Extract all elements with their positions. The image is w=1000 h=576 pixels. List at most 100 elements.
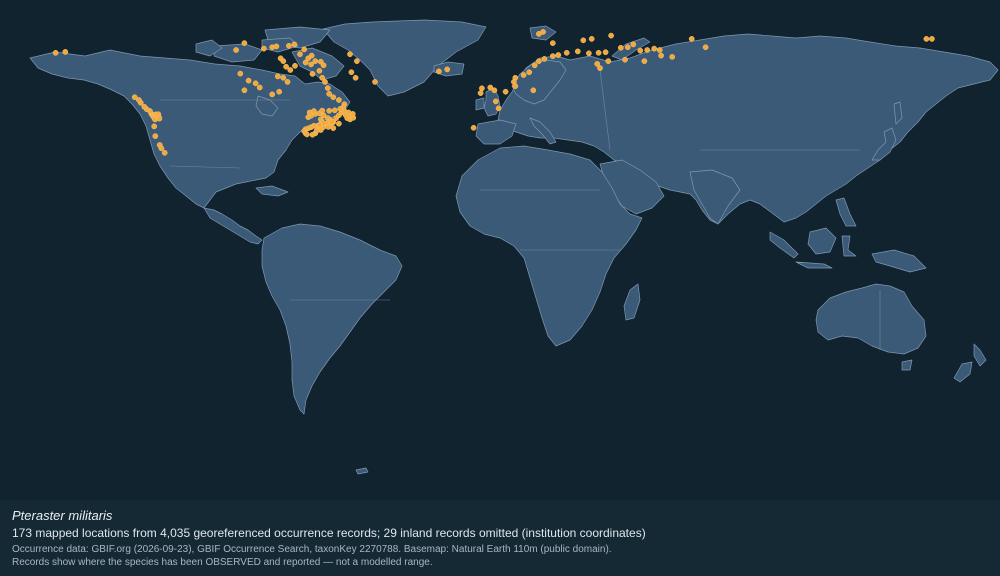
- occurrence-point: [348, 69, 355, 76]
- occurrence-point: [292, 62, 298, 69]
- occurrence-point: [261, 45, 267, 52]
- occurrence-point: [605, 58, 612, 64]
- occurrence-point: [330, 94, 337, 101]
- occurrence-point: [345, 109, 352, 116]
- occurrence-point: [487, 84, 494, 91]
- occurrence-point: [245, 77, 252, 84]
- occurrence-point: [331, 107, 338, 114]
- occurrence-point: [319, 107, 326, 114]
- occurrence-point: [347, 51, 353, 58]
- occurrence-point: [269, 91, 276, 98]
- occurrence-point: [477, 90, 484, 96]
- occurrence-point: [651, 45, 658, 52]
- occurrence-point: [308, 52, 315, 59]
- map-canvas: [0, 0, 1000, 500]
- occurrence-point: [549, 53, 556, 59]
- occurrence-point: [555, 52, 562, 58]
- occurrence-point: [158, 145, 165, 152]
- occurrence-point: [329, 118, 335, 125]
- occurrence-point: [141, 104, 148, 110]
- occurrence-point: [574, 48, 581, 55]
- map-caption: Pteraster militaris 173 mapped locations…: [0, 500, 1000, 576]
- occurrence-point: [280, 74, 287, 81]
- occurrence-point: [588, 36, 595, 42]
- occurrence-point: [602, 49, 609, 56]
- occurrence-point: [520, 72, 527, 78]
- occurrence-point: [241, 87, 248, 94]
- occurrence-point: [286, 42, 292, 49]
- occurrence-point: [52, 49, 59, 56]
- occurrence-point: [241, 40, 248, 46]
- occurrence-point: [444, 66, 451, 73]
- occurrence-point: [62, 49, 69, 55]
- occurrence-point: [297, 51, 303, 58]
- occurrence-point: [352, 74, 359, 81]
- occurrence-point: [923, 36, 930, 42]
- occurrence-point: [276, 88, 283, 95]
- occurrence-point: [156, 115, 163, 122]
- occurrence-point: [580, 37, 587, 44]
- occurrence-point: [702, 44, 709, 51]
- occurrence-point: [512, 83, 519, 89]
- occurrence-point: [656, 47, 663, 53]
- occurrence-point: [287, 67, 294, 73]
- occurrence-point: [688, 36, 695, 42]
- occurrence-point: [637, 47, 644, 54]
- occurrence-point: [536, 31, 542, 37]
- occurrence-point: [492, 98, 499, 105]
- occurrence-point: [324, 85, 331, 91]
- landmass-tasmania: [901, 359, 913, 371]
- occurrence-point: [311, 108, 317, 114]
- occurrence-point: [131, 94, 138, 101]
- occurrence-point: [284, 79, 291, 85]
- occurrence-point: [320, 62, 327, 69]
- occurrence-point: [595, 49, 602, 56]
- occurrence-point: [669, 54, 676, 60]
- world-map: [0, 0, 1000, 500]
- occurrence-point: [256, 84, 263, 91]
- occurrence-point: [622, 56, 628, 63]
- occurrence-point: [312, 58, 319, 64]
- occurrence-point: [436, 68, 442, 75]
- occurrence-point: [470, 124, 477, 131]
- occurrence-point: [617, 44, 624, 51]
- occurrence-point: [354, 58, 360, 64]
- record-summary: 173 mapped locations from 4,035 georefer…: [12, 526, 646, 540]
- occurrence-point: [541, 56, 548, 62]
- occurrence-point: [526, 69, 533, 76]
- species-name: Pteraster militaris: [12, 508, 113, 523]
- occurrence-point: [330, 125, 337, 131]
- occurrence-point: [658, 52, 664, 59]
- occurrence-point: [322, 79, 328, 85]
- occurrence-point: [151, 123, 158, 130]
- occurrence-point: [929, 36, 935, 42]
- occurrence-point: [495, 105, 502, 112]
- occurrence-point: [252, 80, 259, 87]
- occurrence-point: [309, 131, 316, 138]
- occurrence-point: [624, 44, 631, 51]
- occurrence-point: [337, 106, 344, 112]
- occurrence-point: [274, 73, 281, 80]
- occurrence-point: [586, 50, 592, 57]
- occurrence-point: [237, 70, 244, 77]
- occurrence-point: [273, 43, 280, 50]
- data-source: Occurrence data: GBIF.org (2026-09-23), …: [12, 544, 612, 555]
- occurrence-point: [336, 97, 342, 103]
- occurrence-point: [280, 58, 287, 64]
- occurrence-point: [326, 107, 333, 114]
- occurrence-point: [531, 62, 538, 69]
- occurrence-point: [479, 85, 485, 92]
- occurrence-point: [309, 71, 316, 77]
- occurrence-point: [233, 47, 239, 53]
- occurrence-point: [630, 41, 637, 48]
- occurrence-point: [372, 79, 378, 85]
- occurrence-point: [563, 49, 570, 56]
- occurrence-point: [608, 32, 614, 39]
- occurrence-point: [316, 67, 323, 74]
- occurrence-point: [530, 87, 537, 94]
- occurrence-point: [316, 122, 323, 128]
- occurrence-point: [161, 149, 168, 156]
- occurrence-point: [641, 58, 648, 64]
- occurrence-point: [644, 47, 651, 53]
- occurrence-point: [301, 46, 308, 53]
